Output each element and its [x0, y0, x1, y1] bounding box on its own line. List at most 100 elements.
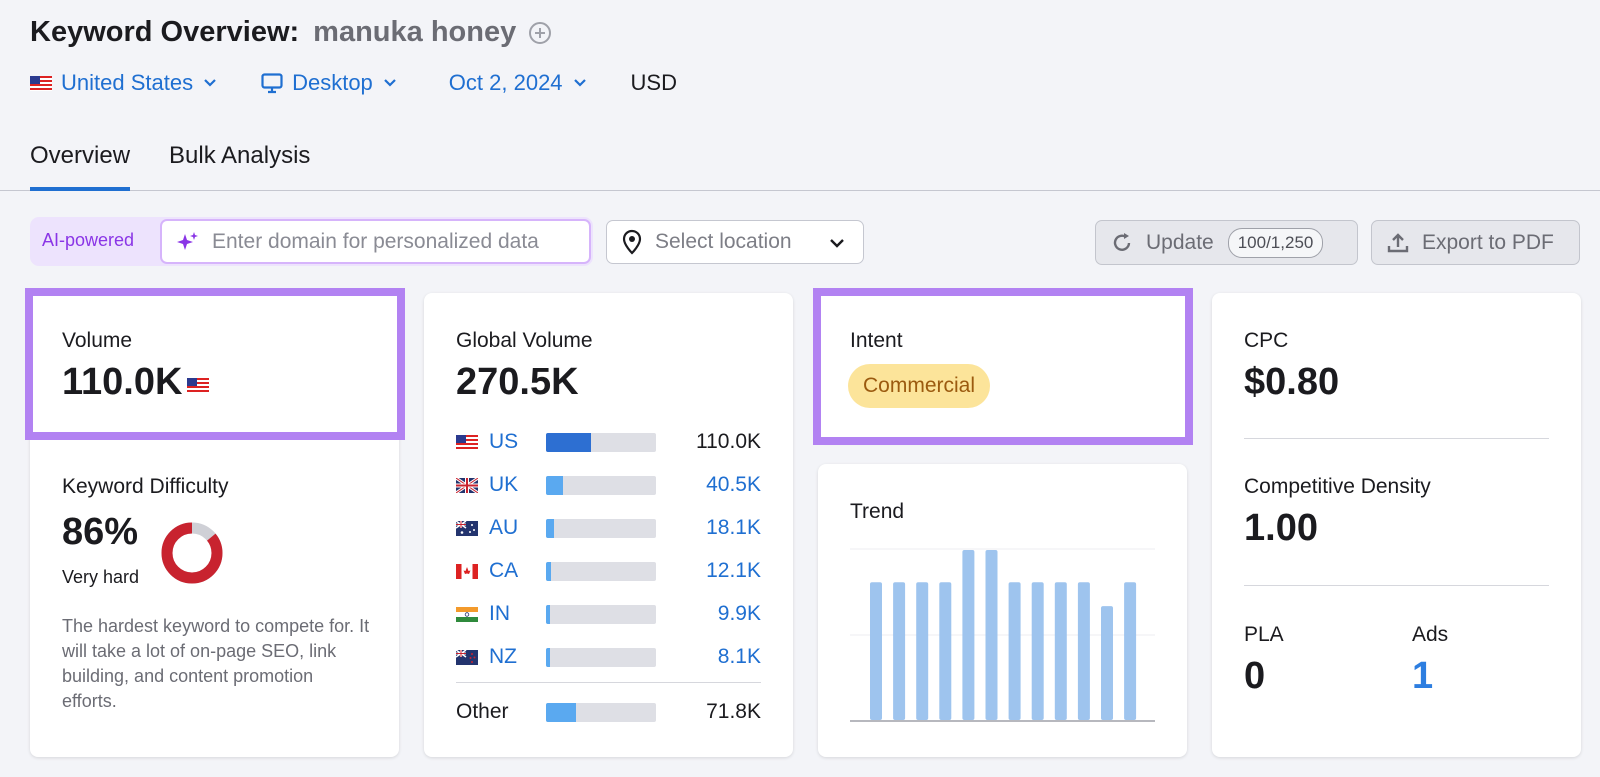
other-volume: 71.8K	[706, 700, 761, 723]
global-volume-card: Global Volume 270.5K US 110.0K UK 40.5K	[424, 293, 793, 757]
volume-bar	[546, 518, 656, 538]
currency-label: USD	[630, 70, 677, 95]
export-label: Export to PDF	[1422, 230, 1554, 254]
trend-bar[interactable]	[985, 550, 998, 720]
keyword-title: manuka honey	[313, 16, 517, 48]
volume-bar-fill	[546, 647, 550, 667]
global-volume-value: 270.5K	[456, 361, 579, 403]
trend-bar[interactable]	[939, 582, 952, 720]
divider	[1244, 438, 1549, 439]
trend-bar[interactable]	[962, 550, 975, 720]
country-volume[interactable]: 8.1K	[718, 645, 761, 669]
tab-bulk-analysis[interactable]: Bulk Analysis	[169, 140, 310, 191]
location-placeholder: Select location	[655, 230, 792, 253]
device-select[interactable]: Desktop	[261, 70, 397, 96]
volume-bar	[546, 432, 656, 452]
in-flag-icon	[456, 606, 478, 622]
trend-label: Trend	[850, 500, 905, 523]
country-select[interactable]: United States	[30, 70, 217, 96]
trend-bar[interactable]	[1077, 582, 1090, 720]
us-flag-icon	[30, 75, 52, 91]
country-code[interactable]: IN	[489, 602, 544, 626]
upload-icon	[1387, 232, 1409, 252]
difficulty-donut-chart	[161, 522, 223, 584]
divider	[1244, 585, 1549, 586]
country-code[interactable]: UK	[489, 473, 544, 497]
domain-input[interactable]: Enter domain for personalized data	[160, 219, 591, 264]
volume-bar-fill	[546, 432, 592, 452]
trend-bar[interactable]	[893, 582, 906, 720]
country-label: United States	[61, 70, 194, 95]
trend-bar[interactable]	[870, 582, 882, 720]
country-row-in: IN 9.9K	[456, 601, 761, 627]
difficulty-value: 86%	[62, 511, 139, 553]
trend-bar[interactable]	[1008, 582, 1021, 720]
country-row-nz: NZ 8.1K	[456, 644, 761, 670]
page-title: Keyword Overview:	[30, 16, 300, 48]
volume-bar-fill	[546, 604, 551, 624]
volume-bar	[546, 475, 656, 495]
country-code[interactable]: AU	[489, 516, 544, 540]
domain-placeholder: Enter domain for personalized data	[212, 229, 539, 253]
country-code[interactable]: US	[489, 430, 544, 454]
country-row-au: AU 18.1K	[456, 515, 761, 541]
volume-bar	[546, 561, 656, 581]
update-label: Update	[1146, 230, 1214, 254]
country-row-uk: UK 40.5K	[456, 472, 761, 498]
volume-bar-fill	[546, 702, 576, 722]
page-header: Keyword Overview: manuka honey	[30, 16, 552, 49]
difficulty-level: Very hard	[62, 567, 140, 587]
density-value: 1.00	[1244, 507, 1318, 549]
ads-label: Ads	[1412, 623, 1449, 646]
device-label: Desktop	[292, 70, 373, 95]
nz-flag-icon	[456, 649, 478, 665]
country-volume[interactable]: 18.1K	[706, 516, 761, 540]
country-volume[interactable]: 9.9K	[718, 602, 761, 626]
trend-bar[interactable]	[1124, 582, 1137, 720]
update-count-badge: 100/1,250	[1227, 227, 1324, 258]
difficulty-label: Keyword Difficulty	[62, 475, 229, 498]
trend-chart	[850, 548, 1155, 722]
tab-overview[interactable]: Overview	[30, 140, 131, 191]
trend-bar[interactable]	[916, 582, 929, 720]
country-volume[interactable]: 40.5K	[706, 473, 761, 497]
chevron-down-icon	[204, 79, 216, 87]
location-select[interactable]: Select location	[606, 220, 864, 264]
filters-bar: United States Desktop Oct 2, 2024 USD	[30, 70, 677, 96]
country-code[interactable]: NZ	[489, 645, 544, 669]
difficulty-description: The hardest keyword to compete for. It w…	[62, 616, 370, 711]
date-select[interactable]: Oct 2, 2024	[449, 70, 587, 96]
country-volume[interactable]: 12.1K	[706, 559, 761, 583]
global-volume-label: Global Volume	[456, 329, 593, 352]
volume-bar	[546, 647, 656, 667]
divider	[456, 682, 761, 683]
desktop-icon	[261, 72, 283, 93]
ai-powered-label: AI-powered	[42, 230, 135, 250]
trend-bar[interactable]	[1101, 606, 1113, 720]
country-volume: 110.0K	[696, 430, 761, 453]
ads-value[interactable]: 1	[1412, 655, 1433, 698]
other-label: Other	[456, 700, 509, 723]
tab-bar: Overview Bulk Analysis	[0, 140, 1600, 191]
pla-label: PLA	[1244, 623, 1284, 646]
chevron-down-icon	[384, 79, 396, 87]
cpc-value: $0.80	[1244, 361, 1340, 403]
refresh-icon	[1113, 232, 1131, 251]
trend-card: Trend	[818, 464, 1187, 757]
volume-bar	[546, 604, 656, 624]
intent-highlight	[813, 288, 1193, 445]
ca-flag-icon	[456, 563, 478, 579]
sparkle-icon	[177, 231, 198, 250]
add-keyword-icon[interactable]	[528, 21, 552, 45]
uk-flag-icon	[456, 477, 478, 493]
location-pin-icon	[622, 229, 642, 255]
density-label: Competitive Density	[1244, 475, 1431, 498]
country-code[interactable]: CA	[489, 559, 544, 583]
export-pdf-button[interactable]: Export to PDF	[1371, 220, 1580, 265]
volume-bar-fill	[546, 561, 551, 581]
update-button[interactable]: Update 100/1,250	[1095, 220, 1358, 265]
metrics-card: CPC $0.80 Competitive Density 1.00 PLA 0…	[1212, 293, 1581, 757]
chevron-down-icon	[830, 239, 844, 248]
trend-bar[interactable]	[1054, 582, 1067, 720]
trend-bar[interactable]	[1031, 582, 1044, 720]
